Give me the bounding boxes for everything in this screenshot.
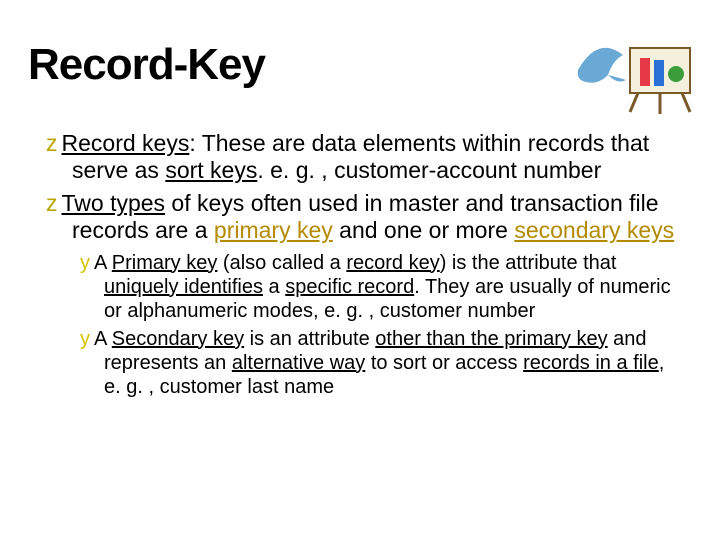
text: . e. g. , customer-account number: [257, 157, 601, 183]
bullet-two-types: zTwo types of keys often used in master …: [46, 190, 684, 244]
term-other-than-pk: other than the primary key: [375, 328, 607, 350]
term-uniquely-identifies: uniquely identifies: [104, 276, 263, 298]
term-secondary-key: Secondary key: [112, 328, 244, 350]
sub-bullet-list: yA Primary key (also called a record key…: [46, 251, 684, 399]
slide: Record-Key zRecord keys: These are data …: [0, 0, 720, 540]
slide-title: Record-Key: [28, 40, 265, 90]
text: A: [94, 328, 112, 350]
term-alternative-way: alternative way: [232, 352, 365, 374]
easel-clipart: [568, 30, 698, 120]
term-sort-keys: sort keys: [165, 157, 257, 183]
y-bullet-icon: y: [80, 328, 94, 350]
text: and one or more: [333, 217, 515, 243]
text: (also called a: [217, 252, 346, 274]
text: ) is the attribute that: [440, 252, 617, 274]
text: is an attribute: [244, 328, 375, 350]
z-bullet-icon: z: [46, 190, 62, 216]
term-record-key: record key: [346, 252, 439, 274]
bullet-record-keys: zRecord keys: These are data elements wi…: [46, 130, 684, 184]
sub-bullet-primary-key: yA Primary key (also called a record key…: [80, 251, 684, 323]
text: A: [94, 252, 112, 274]
y-bullet-icon: y: [80, 252, 94, 274]
term-primary-key: Primary key: [112, 252, 218, 274]
text: a: [263, 276, 285, 298]
z-bullet-icon: z: [46, 130, 62, 156]
term-record-keys: Record keys: [62, 130, 190, 156]
term-records-in-file: records in a file: [523, 352, 659, 374]
term-specific-record: specific record: [285, 276, 414, 298]
sub-bullet-secondary-key: yA Secondary key is an attribute other t…: [80, 327, 684, 399]
text: to sort or access: [365, 352, 523, 374]
term-two-types: Two types: [62, 190, 166, 216]
term-primary-key: primary key: [214, 217, 333, 243]
term-secondary-keys: secondary keys: [514, 217, 674, 243]
slide-body: zRecord keys: These are data elements wi…: [46, 130, 684, 403]
